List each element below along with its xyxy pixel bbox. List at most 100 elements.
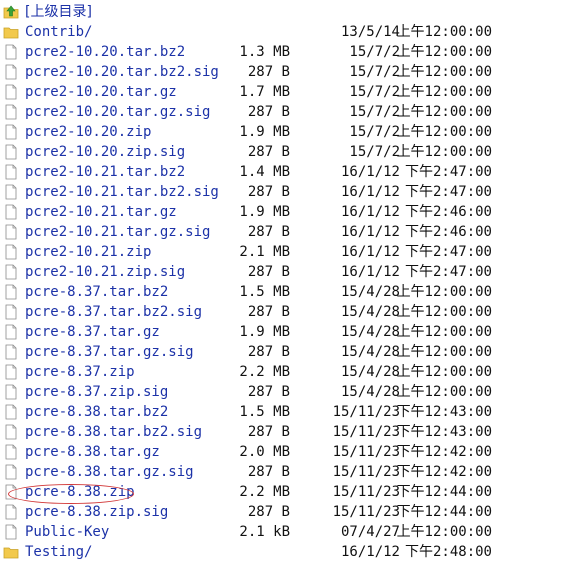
- file-link[interactable]: pcre2-10.21.zip: [25, 242, 151, 262]
- file-icon: [5, 44, 17, 60]
- file-link[interactable]: pcre-8.37.tar.bz2.sig: [25, 302, 202, 322]
- file-link[interactable]: pcre2-10.21.tar.bz2.sig: [25, 182, 219, 202]
- file-icon: [5, 184, 17, 200]
- modified-date: 15/4/28: [340, 344, 400, 360]
- file-icon: [5, 444, 17, 460]
- modified-date: 16/1/12: [340, 544, 400, 560]
- file-row[interactable]: pcre-8.38.tar.gz.sig 287 B 15/11/23 下午12:42…: [0, 462, 572, 482]
- file-link[interactable]: pcre-8.38.zip.sig: [25, 502, 168, 522]
- file-link[interactable]: pcre-8.37.tar.gz.sig: [25, 342, 194, 362]
- file-icon: [5, 164, 17, 180]
- modified-time: 下午2:47:00: [404, 264, 492, 280]
- file-icon: [5, 224, 17, 240]
- file-icon: [5, 304, 17, 320]
- modified-date: 15/4/28: [340, 304, 400, 320]
- file-link[interactable]: pcre-8.38.tar.bz2.sig: [25, 422, 202, 442]
- file-row[interactable]: pcre-8.38.tar.bz2.sig 287 B 15/11/23 下午12:4…: [0, 422, 572, 442]
- file-size: 287 B: [247, 424, 290, 440]
- file-link[interactable]: pcre2-10.21.tar.bz2: [25, 162, 185, 182]
- file-icon: [5, 464, 17, 480]
- file-link[interactable]: pcre-8.38.tar.gz: [25, 442, 160, 462]
- file-icon: [5, 244, 17, 260]
- file-row[interactable]: pcre-8.37.zip.sig 287 B 15/4/28 上午12:00:00: [0, 382, 572, 402]
- file-icon: [5, 84, 17, 100]
- file-link[interactable]: pcre-8.38.zip: [25, 482, 135, 502]
- file-icon: [5, 364, 17, 380]
- file-link[interactable]: pcre2-10.20.zip.sig: [25, 142, 185, 162]
- file-row[interactable]: pcre2-10.20.tar.bz2.sig 287 B 15/7/2 上午12:0…: [0, 62, 572, 82]
- parent-directory-row[interactable]: [上级目录]: [0, 2, 572, 22]
- modified-date: 15/4/28: [340, 364, 400, 380]
- file-row[interactable]: pcre2-10.20.tar.bz2 1.3 MB 15/7/2 上午12:00:0…: [0, 42, 572, 62]
- file-size: 2.1 kB: [239, 524, 290, 540]
- file-link[interactable]: pcre2-10.20.tar.gz: [25, 82, 177, 102]
- modified-date: 15/7/2: [349, 84, 400, 100]
- modified-time: 上午12:00:00: [396, 344, 492, 360]
- file-row[interactable]: pcre-8.38.zip.sig 287 B 15/11/23 下午12:44:00: [0, 502, 572, 522]
- modified-time: 下午12:43:00: [396, 404, 492, 420]
- modified-date: 15/7/2: [349, 64, 400, 80]
- folder-link[interactable]: Contrib/: [25, 22, 92, 42]
- modified-date: 15/4/28: [340, 324, 400, 340]
- file-icon: [5, 324, 17, 340]
- modified-date: 15/7/2: [349, 104, 400, 120]
- file-row[interactable]: pcre2-10.20.tar.gz 1.7 MB 15/7/2 上午12:00:00: [0, 82, 572, 102]
- modified-time: 下午12:44:00: [396, 504, 492, 520]
- file-row[interactable]: pcre2-10.20.tar.gz.sig 287 B 15/7/2 上午12:00…: [0, 102, 572, 122]
- file-link[interactable]: pcre-8.38.tar.bz2: [25, 402, 168, 422]
- file-row[interactable]: Contrib/13/5/14 上午12:00:00: [0, 22, 572, 42]
- file-size: 287 B: [247, 464, 290, 480]
- file-size: 2.1 MB: [239, 244, 290, 260]
- file-size: 287 B: [247, 184, 290, 200]
- file-link[interactable]: pcre2-10.20.tar.bz2: [25, 42, 185, 62]
- file-row[interactable]: pcre2-10.20.zip.sig 287 B 15/7/2 上午12:00:00: [0, 142, 572, 162]
- modified-date: 16/1/12: [340, 264, 400, 280]
- modified-date: 15/4/28: [340, 284, 400, 300]
- file-row[interactable]: Public-Key 2.1 kB 07/4/27 上午12:00:00: [0, 522, 572, 542]
- file-row[interactable]: pcre-8.38.tar.gz 2.0 MB 15/11/23 下午12:42:00: [0, 442, 572, 462]
- file-row[interactable]: Testing/16/1/12 下午2:48:00: [0, 542, 572, 562]
- modified-time: 下午2:48:00: [404, 544, 492, 560]
- file-link[interactable]: pcre2-10.20.tar.bz2.sig: [25, 62, 219, 82]
- file-link[interactable]: pcre-8.37.tar.bz2: [25, 282, 168, 302]
- modified-time: 下午2:47:00: [404, 164, 492, 180]
- file-link[interactable]: pcre2-10.21.tar.gz.sig: [25, 222, 210, 242]
- file-link[interactable]: pcre2-10.21.zip.sig: [25, 262, 185, 282]
- file-row[interactable]: pcre-8.37.tar.bz2 1.5 MB 15/4/28 上午12:00:00: [0, 282, 572, 302]
- file-icon: [5, 424, 17, 440]
- modified-date: 16/1/12: [340, 244, 400, 260]
- modified-time: 下午12:42:00: [396, 444, 492, 460]
- file-size: 2.0 MB: [239, 444, 290, 460]
- file-size: 287 B: [247, 104, 290, 120]
- file-link[interactable]: pcre-8.37.zip.sig: [25, 382, 168, 402]
- file-link[interactable]: pcre-8.37.tar.gz: [25, 322, 160, 342]
- modified-date: 15/11/23: [332, 424, 400, 440]
- file-row[interactable]: pcre-8.37.tar.gz 1.9 MB 15/4/28 上午12:00:00: [0, 322, 572, 342]
- file-row[interactable]: pcre-8.37.zip 2.2 MB 15/4/28 上午12:00:00: [0, 362, 572, 382]
- file-link[interactable]: Public-Key: [25, 522, 109, 542]
- file-link[interactable]: pcre-8.38.tar.gz.sig: [25, 462, 194, 482]
- parent-directory-link[interactable]: [上级目录]: [25, 2, 92, 22]
- folder-link[interactable]: Testing/: [25, 542, 92, 562]
- modified-date: 15/11/23: [332, 444, 400, 460]
- file-link[interactable]: pcre-8.37.zip: [25, 362, 135, 382]
- file-row[interactable]: pcre-8.38.zip 2.2 MB 15/11/23 下午12:44:00: [0, 482, 572, 502]
- file-row[interactable]: pcre2-10.21.tar.gz.sig 287 B 16/1/12 下午2:46…: [0, 222, 572, 242]
- file-link[interactable]: pcre2-10.20.zip: [25, 122, 151, 142]
- file-icon: [5, 344, 17, 360]
- modified-time: 上午12:00:00: [396, 64, 492, 80]
- file-row[interactable]: pcre2-10.21.tar.gz 1.9 MB 16/1/12 下午2:46:00: [0, 202, 572, 222]
- file-link[interactable]: pcre2-10.20.tar.gz.sig: [25, 102, 210, 122]
- modified-time: 下午2:47:00: [404, 244, 492, 260]
- file-row[interactable]: pcre2-10.21.zip 2.1 MB 16/1/12 下午2:47:00: [0, 242, 572, 262]
- file-row[interactable]: pcre-8.38.tar.bz2 1.5 MB 15/11/23 下午12:43:0…: [0, 402, 572, 422]
- modified-time: 上午12:00:00: [396, 144, 492, 160]
- file-row[interactable]: pcre-8.37.tar.gz.sig 287 B 15/4/28 上午12:00:…: [0, 342, 572, 362]
- file-link[interactable]: pcre2-10.21.tar.gz: [25, 202, 177, 222]
- file-row[interactable]: pcre2-10.21.tar.bz2 1.4 MB 16/1/12 下午2:47:0…: [0, 162, 572, 182]
- file-row[interactable]: pcre-8.37.tar.bz2.sig 287 B 15/4/28 上午12:00…: [0, 302, 572, 322]
- file-row[interactable]: pcre2-10.20.zip 1.9 MB 15/7/2 上午12:00:00: [0, 122, 572, 142]
- directory-listing: [上级目录] Contrib/13/5/14 上午12:00:00 pcre2-10…: [0, 2, 572, 562]
- file-row[interactable]: pcre2-10.21.tar.bz2.sig 287 B 16/1/12 下午2:4…: [0, 182, 572, 202]
- file-row[interactable]: pcre2-10.21.zip.sig 287 B 16/1/12 下午2:47:00: [0, 262, 572, 282]
